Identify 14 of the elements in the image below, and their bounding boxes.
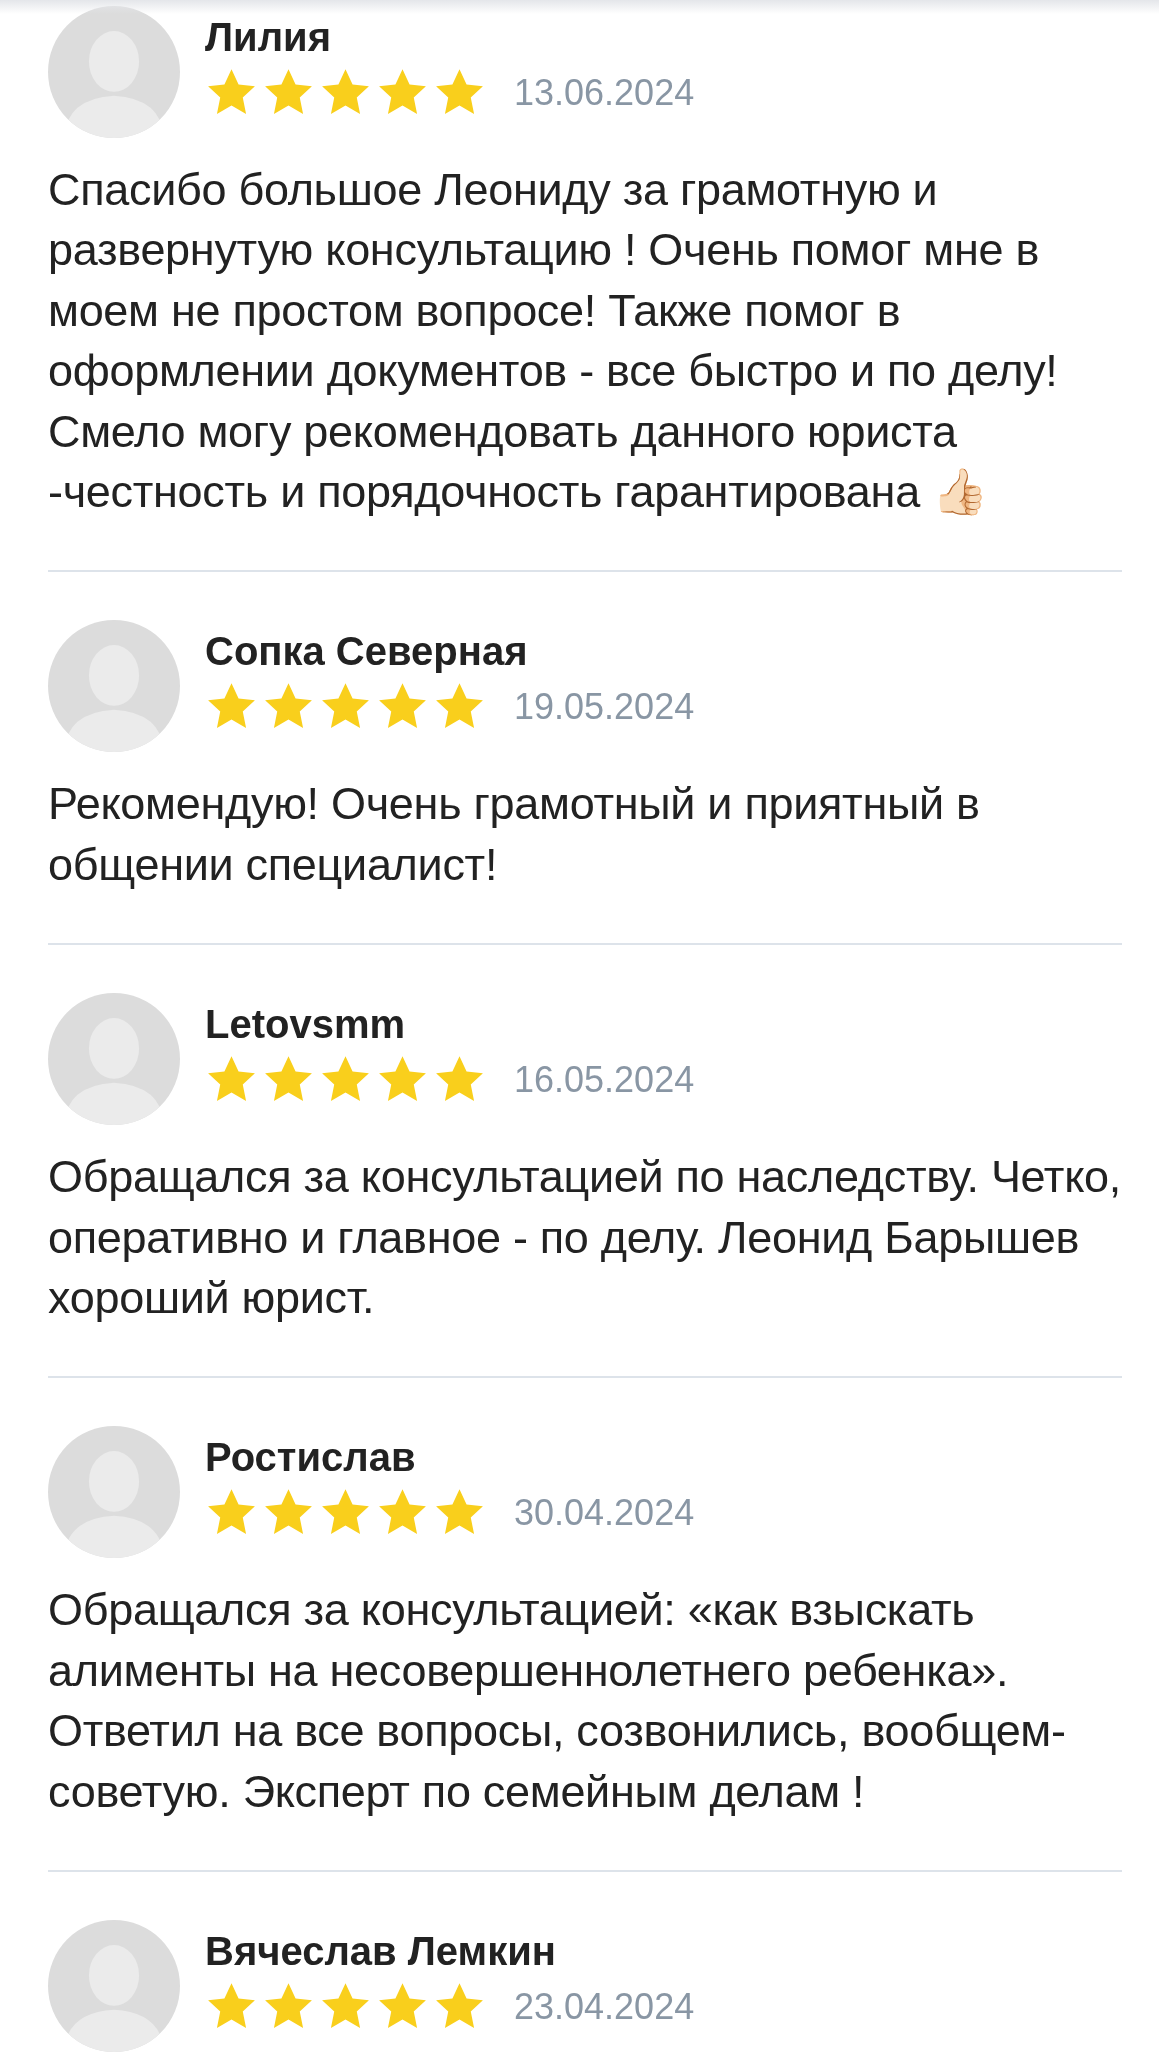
review-text: Обращался за консультацией: «как взыскать алименты на несовершеннолетнего ребенка». Ответил на все вопросы, созвонились, вообщем- советую. Эксперт по семейным делам !	[48, 1583, 1067, 1819]
reviewer-name: Ростислав	[205, 1434, 417, 1482]
review-text: Обращался за консультацией по наследству. Четко, оперативно и главное - по делу. Леонид Барышев хороший юрист.	[48, 1150, 1122, 1326]
review-date: 19.05.2024	[514, 685, 695, 728]
review-date: 13.06.2024	[514, 71, 695, 114]
review-date: 30.04.2024	[514, 1491, 695, 1534]
review-text: Спасибо большое Леониду за грамотную и развернутую консультацию ! Очень помог мне в моем не простом вопросе! Также помог в оформлении документов - все быстро и по делу! Смело могу рекомендовать данного юриста -честность и порядочность гарантирована 👍🏻	[48, 163, 1059, 520]
review-date: 16.05.2024	[514, 1058, 695, 1101]
review-date: 23.04.2024	[514, 1985, 695, 2028]
reviewer-name: Лилия	[205, 14, 332, 61]
review-text: Рекомендую! Очень грамотный и приятный в общении специалист!	[48, 777, 981, 892]
reviewer-name: Вячеслав Лемкин	[205, 1928, 557, 1976]
reviewer-name: Letovsmm	[205, 1001, 407, 1049]
reviewer-name: Сопка Северная	[205, 628, 529, 676]
